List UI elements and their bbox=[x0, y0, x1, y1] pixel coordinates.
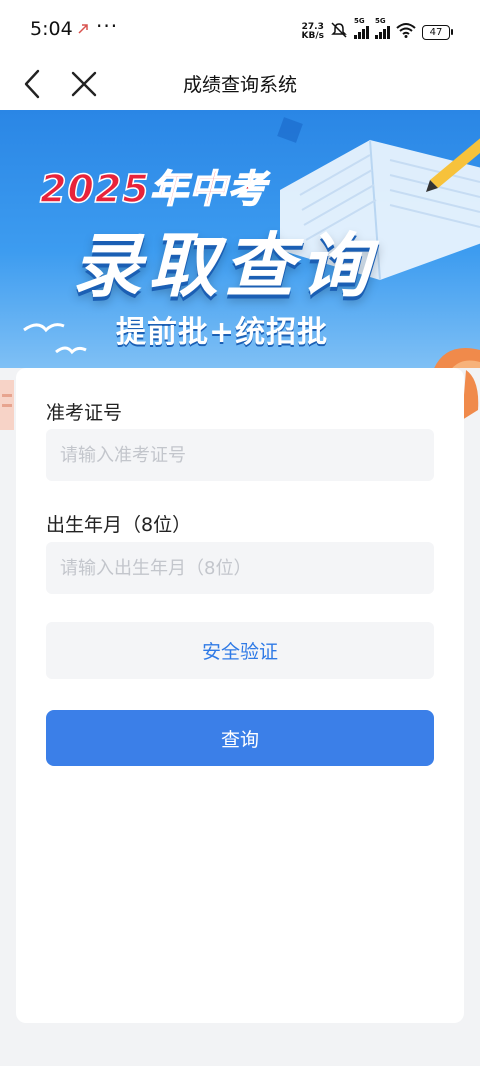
wifi-icon bbox=[396, 22, 416, 42]
net-speed-unit: KB/s bbox=[301, 31, 324, 41]
nav-bar: 成绩查询系统 bbox=[0, 60, 480, 110]
signal-icon: 5G bbox=[354, 17, 369, 39]
birth-date-label: 出生年月（8位） bbox=[46, 514, 192, 536]
sim2-label: 5G bbox=[375, 17, 386, 25]
battery-icon: 47 bbox=[422, 24, 453, 40]
decoration-illustration bbox=[462, 370, 479, 420]
decoration-illustration bbox=[434, 348, 480, 368]
close-button[interactable] bbox=[64, 64, 104, 104]
close-icon bbox=[71, 71, 97, 97]
status-time: 5:04 bbox=[30, 18, 73, 40]
banner-main-title: 录取查询 bbox=[72, 225, 376, 307]
exam-id-input[interactable] bbox=[46, 429, 434, 481]
net-speed: 27.3 KB/s bbox=[302, 23, 324, 41]
birds-illustration bbox=[23, 323, 87, 355]
more-notifications-icon: ··· bbox=[96, 14, 119, 38]
security-verify-button[interactable]: 安全验证 bbox=[46, 622, 434, 679]
banner-year-title: 2025年中考 bbox=[39, 166, 267, 212]
query-form-card: 准考证号 出生年月（8位） 安全验证 查询 bbox=[16, 368, 464, 1023]
chevron-left-icon bbox=[24, 69, 40, 99]
signal-icon: 5G bbox=[375, 17, 390, 39]
back-button[interactable] bbox=[14, 64, 50, 104]
exam-id-label: 准考证号 bbox=[46, 402, 123, 424]
notification-icon bbox=[78, 22, 88, 38]
banner-image: 2025年中考 录取查询 提前批+统招批 bbox=[0, 110, 480, 368]
banner-subtitle: 提前批+统招批 bbox=[116, 315, 329, 350]
status-bar: 5:04 ··· 27.3 KB/s 5G 5G 47 bbox=[0, 0, 480, 60]
mute-icon bbox=[330, 21, 348, 43]
sim1-label: 5G bbox=[354, 17, 365, 25]
birth-date-input[interactable] bbox=[46, 542, 434, 594]
status-right-group: 27.3 KB/s 5G 5G 47 bbox=[302, 17, 453, 44]
query-button[interactable]: 查询 bbox=[46, 710, 434, 766]
